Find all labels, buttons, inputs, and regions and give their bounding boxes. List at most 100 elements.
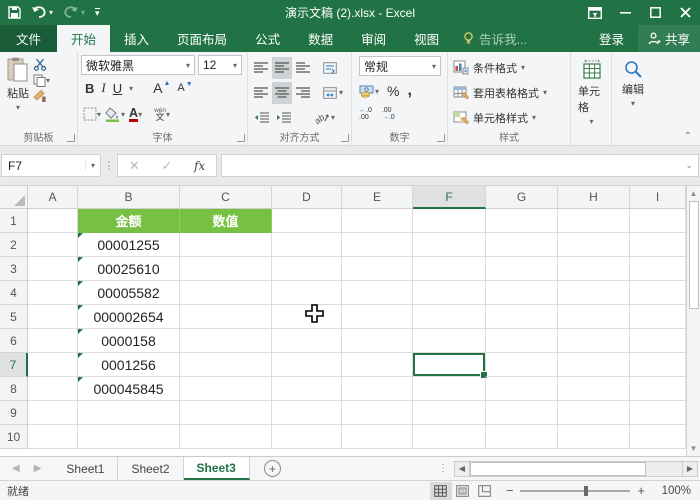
cell-D8[interactable] — [272, 377, 342, 401]
ribbon-display-options-icon[interactable] — [580, 0, 610, 25]
cell-H8[interactable] — [558, 377, 630, 401]
underline-button[interactable]: U — [113, 81, 122, 96]
row-header-8[interactable]: 8 — [0, 377, 28, 401]
sheet-nav-left-icon[interactable]: ◀ — [12, 463, 20, 474]
cell-F7[interactable] — [413, 353, 486, 377]
align-top-icon[interactable] — [251, 57, 271, 79]
cell-H2[interactable] — [558, 233, 630, 257]
zoom-percentage[interactable]: 100% — [655, 485, 691, 497]
column-header-F[interactable]: F — [413, 186, 486, 209]
cell-F8[interactable] — [413, 377, 486, 401]
align-middle-icon[interactable] — [272, 57, 292, 79]
cell-G1[interactable] — [486, 209, 558, 233]
font-color-button[interactable]: A ▾ — [129, 107, 142, 122]
maximize-button[interactable] — [640, 0, 670, 25]
clipboard-dialog-launcher[interactable] — [67, 134, 75, 142]
cell-G6[interactable] — [486, 329, 558, 353]
cell-C2[interactable] — [180, 233, 272, 257]
cell-G4[interactable] — [486, 281, 558, 305]
cell-A1[interactable] — [28, 209, 78, 233]
vertical-scrollbar[interactable]: ▲ ▼ — [686, 186, 700, 456]
format-painter-icon[interactable] — [33, 90, 50, 103]
tell-me-box[interactable]: 告诉我... — [453, 25, 537, 52]
cell-I10[interactable] — [630, 425, 686, 449]
redo-button[interactable]: ▾ — [63, 6, 85, 19]
collapse-ribbon-icon[interactable]: ⌃ — [684, 131, 692, 142]
column-header-B[interactable]: B — [78, 186, 180, 209]
cell-G3[interactable] — [486, 257, 558, 281]
formula-input[interactable]: ⌄ — [221, 154, 699, 177]
horizontal-scrollbar[interactable]: ◀ ▶ — [454, 461, 698, 477]
name-box-dropdown-icon[interactable]: ▾ — [85, 161, 100, 170]
row-header-5[interactable]: 5 — [0, 305, 28, 329]
grow-font-button[interactable]: A▲ — [153, 80, 170, 96]
percent-style-button[interactable]: % — [387, 83, 399, 99]
cell-A10[interactable] — [28, 425, 78, 449]
cell-I3[interactable] — [630, 257, 686, 281]
tab-home[interactable]: 开始 — [57, 25, 110, 52]
tab-review[interactable]: 审阅 — [347, 25, 400, 52]
cell-E10[interactable] — [342, 425, 413, 449]
cell-G8[interactable] — [486, 377, 558, 401]
zoom-in-icon[interactable]: + — [637, 483, 645, 498]
alignment-dialog-launcher[interactable] — [341, 134, 349, 142]
customize-qat-icon[interactable]: ▾ — [95, 8, 100, 17]
scroll-left-icon[interactable]: ◀ — [454, 461, 470, 477]
page-break-preview-icon[interactable] — [474, 482, 496, 500]
cell-F9[interactable] — [413, 401, 486, 425]
cell-C10[interactable] — [180, 425, 272, 449]
cell-B3[interactable]: 00025610 — [78, 257, 180, 281]
cell-F4[interactable] — [413, 281, 486, 305]
cell-E6[interactable] — [342, 329, 413, 353]
cell-F5[interactable] — [413, 305, 486, 329]
cell-D3[interactable] — [272, 257, 342, 281]
cell-F3[interactable] — [413, 257, 486, 281]
cell-A3[interactable] — [28, 257, 78, 281]
align-left-icon[interactable] — [251, 82, 271, 104]
cells-button[interactable]: 单元格 ▾ — [574, 55, 609, 128]
italic-button[interactable]: I — [101, 80, 105, 96]
sheet-nav-right-icon[interactable]: ▶ — [34, 463, 42, 474]
increase-decimal-button[interactable]: ←←.0.0.00 — [359, 107, 372, 121]
cell-A7[interactable] — [28, 353, 78, 377]
vertical-scroll-thumb[interactable] — [689, 201, 699, 309]
cell-C6[interactable] — [180, 329, 272, 353]
row-header-2[interactable]: 2 — [0, 233, 28, 257]
number-dialog-launcher[interactable] — [437, 134, 445, 142]
cell-E1[interactable] — [342, 209, 413, 233]
cell-A6[interactable] — [28, 329, 78, 353]
cell-C3[interactable] — [180, 257, 272, 281]
cell-E9[interactable] — [342, 401, 413, 425]
cell-E2[interactable] — [342, 233, 413, 257]
number-format-select[interactable]: 常规▾ — [359, 56, 441, 76]
zoom-slider[interactable] — [520, 490, 630, 492]
cut-icon[interactable] — [33, 58, 50, 71]
row-header-10[interactable]: 10 — [0, 425, 28, 449]
formula-bar-handle[interactable]: ⋮ — [101, 159, 117, 172]
copy-button[interactable]: ▾ — [33, 74, 50, 87]
cell-H1[interactable] — [558, 209, 630, 233]
cell-D7[interactable] — [272, 353, 342, 377]
cell-I4[interactable] — [630, 281, 686, 305]
row-header-9[interactable]: 9 — [0, 401, 28, 425]
cell-F2[interactable] — [413, 233, 486, 257]
underline-dropdown-icon[interactable]: ▾ — [129, 84, 133, 93]
comma-style-button[interactable]: , — [407, 82, 411, 100]
cell-H9[interactable] — [558, 401, 630, 425]
cell-B1[interactable]: 金额 — [78, 209, 180, 233]
format-as-table-button[interactable]: 套用表格格式▾ — [451, 80, 568, 105]
cell-H7[interactable] — [558, 353, 630, 377]
share-button[interactable]: 共享 — [638, 25, 700, 52]
paste-dropdown-icon[interactable]: ▾ — [16, 103, 20, 112]
expand-formula-bar-icon[interactable]: ⌄ — [685, 160, 698, 171]
cell-A9[interactable] — [28, 401, 78, 425]
row-header-3[interactable]: 3 — [0, 257, 28, 281]
cell-H4[interactable] — [558, 281, 630, 305]
tab-file[interactable]: 文件 — [0, 25, 57, 52]
cell-B7[interactable]: 0001256 — [78, 353, 180, 377]
tab-data[interactable]: 数据 — [294, 25, 347, 52]
column-header-D[interactable]: D — [272, 186, 342, 209]
cell-D9[interactable] — [272, 401, 342, 425]
cell-I8[interactable] — [630, 377, 686, 401]
normal-view-icon[interactable] — [430, 482, 452, 500]
